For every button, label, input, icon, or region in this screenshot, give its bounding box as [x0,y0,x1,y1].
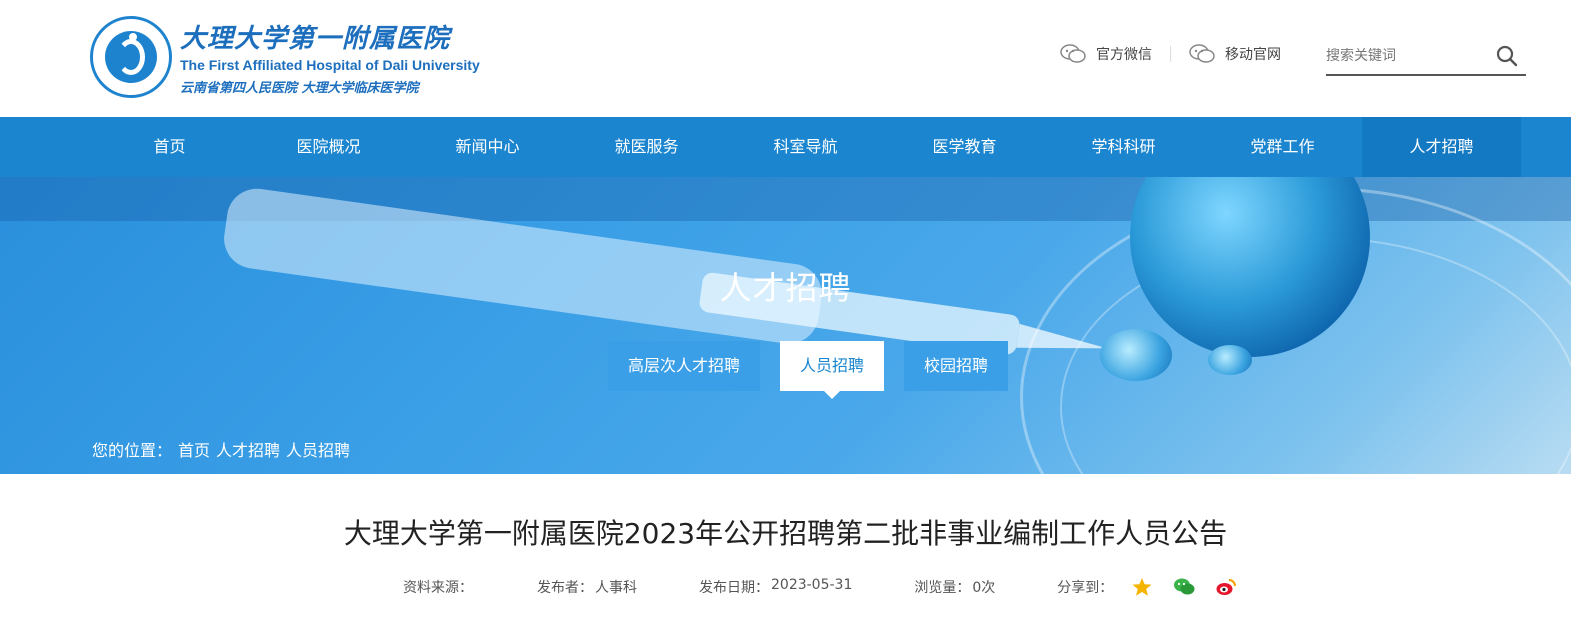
meta-publisher: 发布者： 人事科 [537,580,637,596]
nav-item-departments[interactable]: 科室导航 [726,117,885,177]
main-nav: 首页 医院概况 新闻中心 就医服务 科室导航 医学教育 学科科研 党群工作 人才… [0,117,1571,177]
recruitment-subtabs: 高层次人才招聘 人员招聘 校园招聘 [608,341,1028,399]
nav-item-hospital-overview[interactable]: 医院概况 [249,117,408,177]
logo-english-name: The First Affiliated Hospital of Dali Un… [180,57,480,73]
official-wechat-link[interactable]: 官方微信 [1060,44,1152,64]
meta-views: 浏览量： 0次 [914,580,996,596]
page-banner: 人才招聘 高层次人才招聘 人员招聘 校园招聘 您的位置： 首页 人才招聘 人员招… [0,177,1571,474]
nav-item-home[interactable]: 首页 [90,117,249,177]
banner-title: 人才招聘 [719,269,852,307]
nav-item-research[interactable]: 学科科研 [1044,117,1203,177]
wechat-share-icon[interactable] [1173,577,1195,597]
subtab-campus-recruitment[interactable]: 校园招聘 [904,341,1009,391]
nav-item-medical-education[interactable]: 医学教育 [885,117,1044,177]
logo-subtitle: 云南省第四人民医院 大理大学临床医学院 [180,81,419,96]
search-icon[interactable] [1496,45,1518,67]
meta-date: 发布日期： 2023-05-31 [699,577,853,596]
search-input[interactable] [1326,48,1496,64]
mobile-chat-icon [1189,44,1215,63]
liquid-drop [1208,345,1252,375]
mobile-site-link[interactable]: 移动官网 [1189,44,1281,64]
official-wechat-label: 官方微信 [1096,47,1152,63]
breadcrumb-staff-recruitment[interactable]: 人员招聘 [286,437,350,461]
share-bar: 分享到： [1057,577,1257,597]
top-links: 官方微信 移动官网 [1060,44,1281,64]
nav-item-recruitment[interactable]: 人才招聘 [1362,117,1521,177]
breadcrumb-home[interactable]: 首页 [178,437,210,461]
search-box [1326,38,1526,76]
breadcrumb-prefix: 您的位置： [92,441,173,460]
article-meta: 资料来源： 发布者： 人事科 发布日期： 2023-05-31 浏览量： 0次 … [403,577,1257,597]
liquid-drop [1100,329,1172,381]
article-title: 大理大学第一附属医院2023年公开招聘第二批非事业编制工作人员公告 [343,517,1228,550]
divider [1170,46,1171,62]
wechat-icon [1060,44,1086,63]
nav-item-party-work[interactable]: 党群工作 [1203,117,1362,177]
subtab-high-level-talent[interactable]: 高层次人才招聘 [608,341,761,391]
nav-item-news-center[interactable]: 新闻中心 [408,117,567,177]
subtab-staff-recruitment[interactable]: 人员招聘 [780,341,885,399]
logo-chinese-name: 大理大学第一附属医院 [180,24,451,54]
share-label: 分享到： [1057,580,1114,596]
meta-source: 资料来源： [403,580,473,596]
nav-item-medical-services[interactable]: 就医服务 [567,117,726,177]
qzone-star-icon[interactable] [1131,577,1153,597]
hospital-emblem-icon [90,16,172,98]
site-header: 大理大学第一附属医院 The First Affiliated Hospital… [0,0,1571,117]
breadcrumb-recruitment[interactable]: 人才招聘 [216,437,280,461]
breadcrumb: 您的位置： 首页 人才招聘 人员招聘 [92,437,356,461]
hospital-logo[interactable]: 大理大学第一附属医院 The First Affiliated Hospital… [90,16,480,98]
mobile-site-label: 移动官网 [1225,47,1281,63]
weibo-icon[interactable] [1215,577,1237,597]
